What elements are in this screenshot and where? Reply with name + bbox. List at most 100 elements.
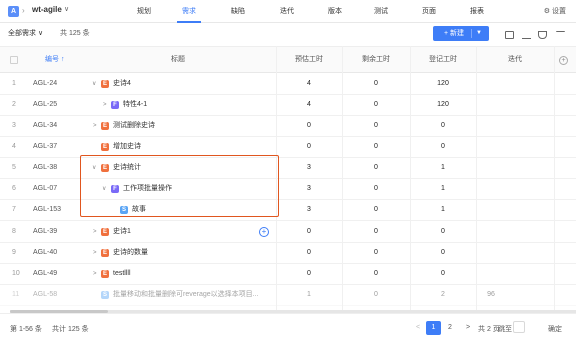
expand-icon[interactable]: > [93,264,97,284]
estimate-value[interactable]: 3 [276,158,342,178]
caret-down-icon[interactable]: ▼ [476,26,482,41]
remaining-value[interactable]: 0 [342,285,410,305]
item-title[interactable]: 史诗1 [113,222,131,242]
sprint-value[interactable] [476,200,554,220]
requirement-filter-select[interactable]: 全部需求 ∨ [8,28,43,38]
estimate-value[interactable]: 3 [276,200,342,220]
logged-value[interactable]: 0 [410,243,476,263]
remaining-value[interactable]: 0 [342,137,410,157]
column-header-remaining[interactable]: 剩余工时 [342,47,410,73]
remaining-value[interactable]: 0 [342,243,410,263]
project-name[interactable]: wt-agile [32,5,62,14]
table-row[interactable]: 3 AGL-34 > E 测试删除史诗 0 0 0 [0,116,576,137]
table-row[interactable]: 9 AGL-40 > E 史诗的数量 0 0 0 [0,243,576,264]
expand-icon[interactable]: > [93,222,97,242]
chevron-down-icon[interactable]: ∨ [64,5,69,13]
estimate-value[interactable]: 3 [276,179,342,199]
estimate-value[interactable]: 1 [276,285,342,305]
tab-pages[interactable]: 页面 [417,0,441,23]
tab-defects[interactable]: 缺陷 [226,0,250,23]
logged-value[interactable]: 0 [410,222,476,242]
expand-icon[interactable]: > [93,116,97,136]
sprint-value[interactable] [476,243,554,263]
expand-icon[interactable]: > [103,95,107,115]
logged-value[interactable]: 1 [410,158,476,178]
item-id[interactable]: AGL-34 [33,116,57,136]
tab-versions[interactable]: 版本 [323,0,347,23]
remaining-value[interactable]: 0 [342,179,410,199]
logged-value[interactable]: 0 [410,116,476,136]
logged-value[interactable]: 1 [410,179,476,199]
logged-value[interactable]: 1 [410,200,476,220]
sprint-value[interactable] [476,158,554,178]
table-row[interactable]: 11 AGL-58 S 批量移动和批量删除可reverage以选择本项目... … [0,285,576,306]
page-1-button[interactable]: 1 [426,321,441,335]
page-2-button[interactable]: 2 [444,321,456,335]
item-id[interactable]: AGL-58 [33,285,57,305]
item-title[interactable]: testllll [113,264,131,284]
remaining-value[interactable]: 0 [342,74,410,94]
sprint-value[interactable] [476,137,554,157]
prev-page-button[interactable]: < [413,321,423,335]
item-title[interactable]: 特性4-1 [123,95,147,115]
sprint-value[interactable] [476,95,554,115]
table-row[interactable]: 8 AGL-39 > E 史诗1 + 0 0 0 [0,222,576,243]
remaining-value[interactable]: 0 [342,200,410,220]
remaining-value[interactable]: 0 [342,158,410,178]
estimate-value[interactable]: 0 [276,116,342,136]
item-id[interactable]: AGL-39 [33,222,57,242]
tab-tests[interactable]: 测试 [369,0,393,23]
logged-value[interactable]: 0 [410,137,476,157]
item-title[interactable]: 测试删除史诗 [113,116,155,136]
item-id[interactable]: AGL-38 [33,158,57,178]
column-header-estimate[interactable]: 预估工时 [276,47,342,73]
logged-value[interactable]: 2 [410,285,476,305]
app-logo-icon[interactable]: A [8,6,19,17]
item-title[interactable]: 增加史诗 [113,137,141,157]
logged-value[interactable]: 0 [410,264,476,284]
estimate-value[interactable]: 0 [276,222,342,242]
tab-reports[interactable]: 报表 [465,0,489,23]
layout-toggle-icon[interactable] [505,31,514,39]
tab-plan[interactable]: 规划 [132,0,156,23]
estimate-value[interactable]: 0 [276,264,342,284]
item-title[interactable]: 史诗4 [113,74,131,94]
select-all-checkbox[interactable] [10,56,18,64]
sprint-value[interactable]: 96 [476,285,506,305]
more-options-icon[interactable] [556,31,565,39]
item-id[interactable]: AGL-07 [33,179,57,199]
item-id[interactable]: AGL-25 [33,95,57,115]
table-row[interactable]: 1 AGL-24 ∨ E 史诗4 4 0 120 [0,74,576,95]
remaining-value[interactable]: 0 [342,264,410,284]
sprint-value[interactable] [476,179,554,199]
table-row[interactable]: 10 AGL-49 > E testllll 0 0 0 [0,264,576,285]
column-header-sprint[interactable]: 迭代 [476,47,554,73]
item-id[interactable]: AGL-49 [33,264,57,284]
collapse-icon[interactable]: ∨ [92,74,96,94]
filter-icon[interactable] [538,31,547,39]
item-id[interactable]: AGL-37 [33,137,57,157]
logged-value[interactable]: 120 [410,95,476,115]
column-header-title[interactable]: 标题 [80,47,276,73]
remaining-value[interactable]: 0 [342,116,410,136]
item-id[interactable]: AGL-40 [33,243,57,263]
item-title[interactable]: 批量移动和批量删除可reverage以选择本项目... [113,285,273,305]
add-child-icon[interactable]: + [259,227,269,237]
sprint-value[interactable] [476,116,554,136]
item-id[interactable]: AGL-153 [33,200,61,220]
expand-icon[interactable]: > [93,243,97,263]
sprint-value[interactable] [476,74,554,94]
settings-button[interactable]: ⚙ 设置 [544,6,566,16]
tab-iterations[interactable]: 迭代 [275,0,299,23]
new-button[interactable]: + 新建 ▼ [433,26,489,41]
remaining-value[interactable]: 0 [342,95,410,115]
sort-icon[interactable] [522,31,531,39]
next-page-button[interactable]: > [463,321,473,335]
sprint-value[interactable] [476,222,554,242]
add-column-icon[interactable]: + [559,56,568,65]
item-id[interactable]: AGL-24 [33,74,57,94]
estimate-value[interactable]: 4 [276,74,342,94]
remaining-value[interactable]: 0 [342,222,410,242]
goto-page-input[interactable] [513,321,525,333]
estimate-value[interactable]: 0 [276,243,342,263]
